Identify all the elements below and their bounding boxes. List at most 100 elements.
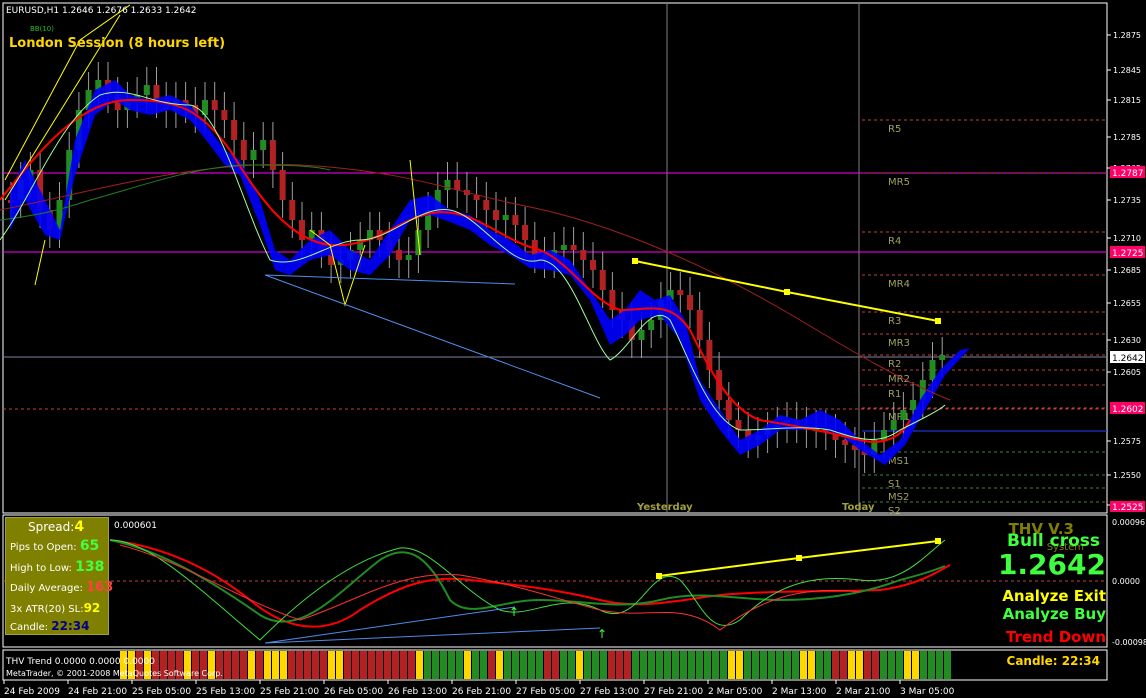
osc-divergence-point xyxy=(796,555,802,561)
trend-cell xyxy=(800,651,807,679)
candle-body xyxy=(512,215,519,225)
trend-cell xyxy=(720,651,727,679)
trend-cell xyxy=(256,651,263,679)
trend-cell xyxy=(376,651,383,679)
osc-divergence-point xyxy=(656,573,662,579)
candle-body xyxy=(599,270,606,290)
divergence-point xyxy=(784,289,790,295)
candle-body xyxy=(590,260,596,270)
candle-body xyxy=(939,355,946,360)
trend-cell xyxy=(392,651,399,679)
blue-band xyxy=(10,80,970,465)
price-tick-label: 1.2685 xyxy=(1113,266,1141,275)
trend-cell xyxy=(304,651,311,679)
trend-candle: Candle: 22:34 xyxy=(1007,654,1100,668)
atr-row: 3x ATR(20) SL:92 xyxy=(10,601,100,615)
trend-cell xyxy=(768,651,775,679)
trend-cell xyxy=(280,651,287,679)
marker-low: 1.2602 xyxy=(1112,405,1144,415)
trend-cell xyxy=(880,651,887,679)
up-arrow-icon: ↑ xyxy=(597,627,607,641)
candle-label: Candle: xyxy=(10,622,49,633)
time-tick-label: 26 Feb 05:00 xyxy=(324,687,383,697)
candle-body xyxy=(405,255,412,260)
pivot-label: R5 xyxy=(888,124,901,135)
time-tick-label: 25 Feb 21:00 xyxy=(260,687,319,697)
trend-cell xyxy=(384,651,391,679)
trend-cell xyxy=(608,651,615,679)
trend-cell xyxy=(696,651,703,679)
trend-cell xyxy=(544,651,551,679)
trend-cell xyxy=(816,651,823,679)
time-tick-label: 2 Mar 13:00 xyxy=(772,687,827,697)
chart-canvas[interactable]: R5MR5R4MR4R3MR3R2MR2R1MR1MS1S1MS2S2 ↑ ↑ … xyxy=(0,0,1146,698)
candle-body xyxy=(842,440,849,445)
trend-cell xyxy=(592,651,599,679)
trend-cell xyxy=(936,651,943,679)
trend-cell xyxy=(480,651,487,679)
trend-cell xyxy=(600,651,607,679)
trend-cell xyxy=(472,651,479,679)
pivot-label: MR5 xyxy=(888,177,910,188)
trend-cell xyxy=(248,651,255,679)
analyze-exit: Analyze Exit xyxy=(1002,587,1106,605)
trend-cell xyxy=(776,651,783,679)
trend-cell xyxy=(920,651,927,679)
indicator-tag: BB(10) xyxy=(30,25,54,33)
candle-value: 22:34 xyxy=(51,619,90,633)
time-tick-label: 2 Mar 05:00 xyxy=(708,687,763,697)
today-label: Today xyxy=(842,502,875,513)
time-tick-label: 27 Feb 05:00 xyxy=(516,687,575,697)
atr-label: 3x ATR(20) SL: xyxy=(10,604,84,615)
trend-cell xyxy=(856,651,863,679)
price-tick-label: 1.2655 xyxy=(1113,299,1141,308)
trend-cell xyxy=(888,651,895,679)
time-tick-label: 27 Feb 21:00 xyxy=(644,687,703,697)
candle-body xyxy=(677,290,684,295)
trend-candle-label: Candle: xyxy=(1006,654,1058,668)
blue-trendlines xyxy=(264,274,601,399)
osc-axis-bot: -0.00098 xyxy=(1112,638,1146,647)
candle-body xyxy=(260,140,267,150)
osc-axis-mid: 0.0000 xyxy=(1112,577,1140,586)
candle-body xyxy=(396,250,402,260)
time-tick-label: 24 Feb 21:00 xyxy=(68,687,127,697)
trend-cell xyxy=(872,651,879,679)
candle-body xyxy=(687,295,693,310)
osc-blue-trendlines xyxy=(264,606,601,644)
pivot-label: R2 xyxy=(888,359,901,370)
trend-cell xyxy=(784,651,791,679)
time-tick-label: 25 Feb 13:00 xyxy=(196,687,255,697)
hl-row: High to Low: 138 xyxy=(10,559,104,575)
trend-cell xyxy=(656,651,663,679)
trend-cell xyxy=(416,651,423,679)
trend-cell xyxy=(320,651,327,679)
marker-current: 1.2642 xyxy=(1112,354,1144,364)
price-tick-label: 1.2630 xyxy=(1113,336,1141,345)
candle-body xyxy=(929,360,936,380)
signal-ma-line xyxy=(0,91,946,440)
price-tick-label: 1.2845 xyxy=(1113,66,1141,75)
candle-body xyxy=(279,170,286,200)
candle-body xyxy=(910,400,917,410)
trend-cell xyxy=(520,651,527,679)
trend-cell xyxy=(648,651,655,679)
candle-body xyxy=(648,320,655,330)
pivot-label: MR2 xyxy=(888,374,910,385)
trend-cell xyxy=(688,651,695,679)
pivot-label: R3 xyxy=(888,316,901,327)
atr-value: 92 xyxy=(83,601,101,615)
time-tick-label: 3 Mar 05:00 xyxy=(900,687,955,697)
time-tick-label: 26 Feb 21:00 xyxy=(452,687,511,697)
trend-cell xyxy=(568,651,575,679)
pips-value: 65 xyxy=(79,538,100,554)
trend-cell xyxy=(752,651,759,679)
pivot-label: S1 xyxy=(888,479,901,490)
marker-r-top: 1.2787 xyxy=(1112,169,1144,179)
analyze-buy: Analyze Buy xyxy=(1002,605,1106,623)
trend-cell xyxy=(440,651,447,679)
trend-cell xyxy=(808,651,815,679)
pivot-label: MS2 xyxy=(888,492,909,503)
price-tick-label: 1.2605 xyxy=(1113,368,1141,377)
trend-cell xyxy=(672,651,679,679)
